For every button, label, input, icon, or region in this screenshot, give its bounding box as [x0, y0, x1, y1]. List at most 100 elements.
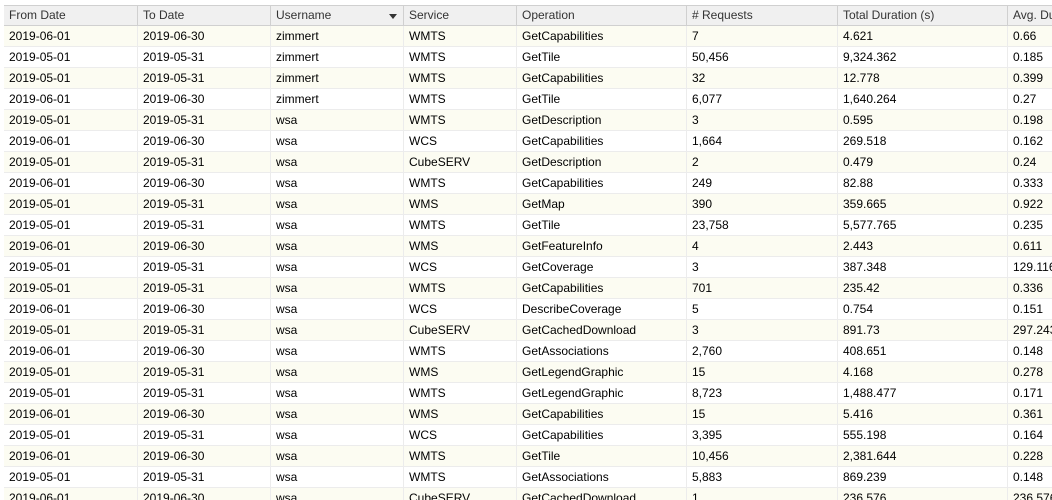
cell-from-date: 2019-06-01 [9, 239, 71, 253]
cell-username: wsa [270, 425, 403, 445]
column-header-username[interactable]: Username [270, 6, 403, 25]
cell-operation: GetCapabilities [516, 173, 686, 193]
cell-to-date: 2019-05-31 [137, 152, 270, 172]
cell-requests: 4 [686, 236, 837, 256]
table-row[interactable]: 2019-05-01 2019-05-31 wsa WMTS GetTile 23,758… [4, 215, 1052, 236]
table-row[interactable]: 2019-05-01 2019-05-31 wsa WCS GetCapabilitie… [4, 425, 1052, 446]
table-row[interactable]: 2019-05-01 2019-05-31 wsa WMTS GetAssociatio… [4, 467, 1052, 488]
cell-from-date: 2019-06-01 [9, 407, 71, 421]
column-header-to-date[interactable]: To Date [137, 6, 270, 25]
cell-from-date: 2019-05-01 [9, 428, 71, 442]
table-row[interactable]: 2019-05-01 2019-05-31 wsa CubeSERV GetDescri… [4, 152, 1052, 173]
column-header-service[interactable]: Service [403, 6, 516, 25]
table-row[interactable]: 2019-06-01 2019-06-30 zimmert WMTS GetCapabi… [4, 26, 1052, 47]
cell-avg-duration: 0.27 [1007, 89, 1052, 109]
cell-total-duration: 269.518 [837, 131, 1007, 151]
cell-avg-duration: 0.235 [1007, 215, 1052, 235]
cell-username: wsa [270, 320, 403, 340]
cell-avg-duration: 0.198 [1007, 110, 1052, 130]
cell-avg-duration: 0.611 [1007, 236, 1052, 256]
table-row[interactable]: 2019-05-01 2019-05-31 zimmert WMTS GetTile 50… [4, 47, 1052, 68]
cell-total-duration: 359.665 [837, 194, 1007, 214]
table-row[interactable]: 2019-06-01 2019-06-30 wsa WCS GetCapabilitie… [4, 131, 1052, 152]
column-header-avg-duration[interactable]: Avg. Du [1007, 6, 1052, 25]
table-row[interactable]: 2019-06-01 2019-06-30 zimmert WMTS GetTile 6,… [4, 89, 1052, 110]
column-header-requests[interactable]: # Requests [686, 6, 837, 25]
cell-username: wsa [270, 110, 403, 130]
cell-total-duration: 9,324.362 [837, 47, 1007, 67]
table-row[interactable]: 2019-06-01 2019-06-30 wsa WMTS GetAssociatio… [4, 341, 1052, 362]
cell-total-duration: 555.198 [837, 425, 1007, 445]
sort-dropdown-icon[interactable] [389, 14, 397, 19]
cell-requests: 3 [686, 110, 837, 130]
cell-operation: GetLegendGraphic [516, 362, 686, 382]
table-row[interactable]: 2019-06-01 2019-06-30 wsa WMTS GetCapabiliti… [4, 173, 1052, 194]
table-body: 2019-06-01 2019-06-30 zimmert WMTS GetCapabi… [4, 26, 1052, 500]
table-row[interactable]: 2019-05-01 2019-05-31 wsa WMTS GetDescriptio… [4, 110, 1052, 131]
column-header-label: Total Duration (s) [843, 8, 935, 22]
cell-total-duration: 1,488.477 [837, 383, 1007, 403]
cell-avg-duration: 0.228 [1007, 446, 1052, 466]
cell-avg-duration: 0.24 [1007, 152, 1052, 172]
table-row[interactable]: 2019-05-01 2019-05-31 wsa WMTS GetLegendGrap… [4, 383, 1052, 404]
column-header-operation[interactable]: Operation [516, 6, 686, 25]
cell-service: CubeSERV [403, 488, 516, 500]
cell-total-duration: 0.595 [837, 110, 1007, 130]
cell-requests: 50,456 [686, 47, 837, 67]
cell-from-date: 2019-06-01 [9, 449, 71, 463]
table-row[interactable]: 2019-05-01 2019-05-31 wsa WMS GetLegendGraph… [4, 362, 1052, 383]
cell-operation: GetDescription [516, 110, 686, 130]
cell-to-date: 2019-05-31 [137, 467, 270, 487]
cell-to-date: 2019-06-30 [137, 404, 270, 424]
cell-avg-duration: 0.151 [1007, 299, 1052, 319]
table-row[interactable]: 2019-06-01 2019-06-30 wsa CubeSERV GetCached… [4, 488, 1052, 500]
cell-to-date: 2019-05-31 [137, 425, 270, 445]
table-row[interactable]: 2019-06-01 2019-06-30 wsa WMTS GetTile 10,456… [4, 446, 1052, 467]
cell-operation: GetAssociations [516, 341, 686, 361]
cell-from-date: 2019-05-01 [9, 260, 71, 274]
table-row[interactable]: 2019-05-01 2019-05-31 zimmert WMTS GetCapabi… [4, 68, 1052, 89]
cell-requests: 32 [686, 68, 837, 88]
cell-avg-duration: 0.278 [1007, 362, 1052, 382]
cell-total-duration: 387.348 [837, 257, 1007, 277]
cell-total-duration: 0.479 [837, 152, 1007, 172]
cell-service: WMTS [403, 341, 516, 361]
cell-to-date: 2019-05-31 [137, 362, 270, 382]
cell-service: WCS [403, 257, 516, 277]
table-row[interactable]: 2019-05-01 2019-05-31 wsa CubeSERV GetCached… [4, 320, 1052, 341]
cell-from-date: 2019-06-01 [9, 344, 71, 358]
cell-from-date: 2019-05-01 [9, 470, 71, 484]
cell-requests: 7 [686, 26, 837, 46]
cell-operation: GetTile [516, 89, 686, 109]
table-row[interactable]: 2019-05-01 2019-05-31 wsa WMS GetMap 390 359.6… [4, 194, 1052, 215]
cell-service: WMS [403, 362, 516, 382]
cell-service: CubeSERV [403, 152, 516, 172]
table-row[interactable]: 2019-06-01 2019-06-30 wsa WCS DescribeCovera… [4, 299, 1052, 320]
column-header-total-duration[interactable]: Total Duration (s) [837, 6, 1007, 25]
cell-total-duration: 82.88 [837, 173, 1007, 193]
cell-total-duration: 4.621 [837, 26, 1007, 46]
cell-total-duration: 235.42 [837, 278, 1007, 298]
cell-to-date: 2019-06-30 [137, 89, 270, 109]
column-header-from-date[interactable]: From Date [4, 6, 137, 25]
cell-total-duration: 4.168 [837, 362, 1007, 382]
cell-to-date: 2019-05-31 [137, 68, 270, 88]
cell-operation: GetCachedDownload [516, 488, 686, 500]
cell-operation: GetTile [516, 47, 686, 67]
table-row[interactable]: 2019-06-01 2019-06-30 wsa WMS GetFeatureInfo… [4, 236, 1052, 257]
table-row[interactable]: 2019-05-01 2019-05-31 wsa WMTS GetCapabiliti… [4, 278, 1052, 299]
cell-service: WMTS [403, 446, 516, 466]
cell-requests: 15 [686, 404, 837, 424]
cell-avg-duration: 0.336 [1007, 278, 1052, 298]
cell-username: wsa [270, 194, 403, 214]
cell-to-date: 2019-06-30 [137, 173, 270, 193]
cell-username: wsa [270, 215, 403, 235]
cell-from-date: 2019-06-01 [9, 491, 71, 500]
table-row[interactable]: 2019-06-01 2019-06-30 wsa WMS GetCapabilitie… [4, 404, 1052, 425]
cell-to-date: 2019-06-30 [137, 131, 270, 151]
cell-operation: GetAssociations [516, 467, 686, 487]
cell-total-duration: 5,577.765 [837, 215, 1007, 235]
cell-requests: 5,883 [686, 467, 837, 487]
cell-service: CubeSERV [403, 320, 516, 340]
table-row[interactable]: 2019-05-01 2019-05-31 wsa WCS GetCoverage 3 38… [4, 257, 1052, 278]
